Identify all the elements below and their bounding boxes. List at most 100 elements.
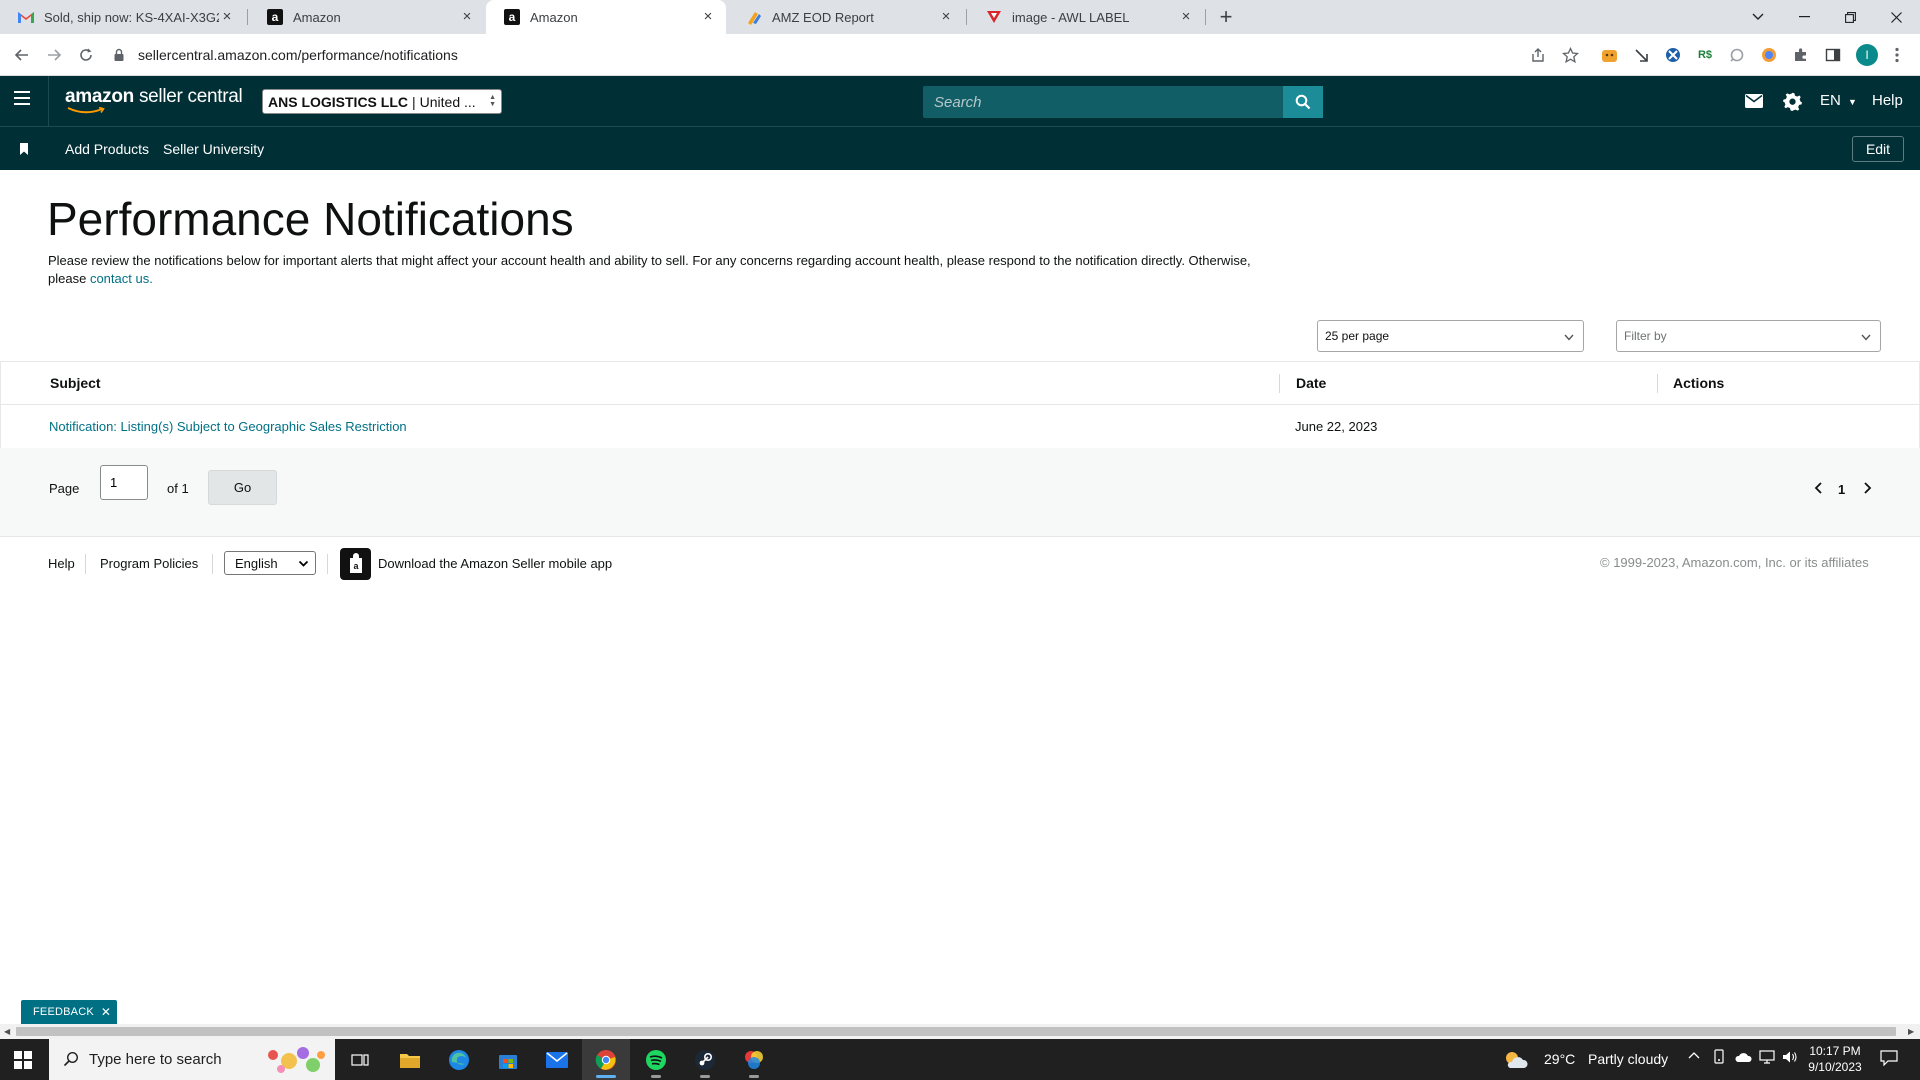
address-bar[interactable]: sellercentral.amazon.com/performance/not… — [108, 39, 1578, 71]
settings-gear-icon[interactable] — [1782, 91, 1802, 111]
browser-tab-amazon-active[interactable]: a Amazon × — [486, 0, 726, 34]
seller-search-input[interactable] — [923, 86, 1283, 118]
tab-search-chevron-icon[interactable] — [1735, 0, 1781, 34]
scroll-right-icon[interactable]: ▶ — [1908, 1027, 1914, 1036]
date-cell: June 22, 2023 — [1295, 419, 1378, 434]
extension-orange-icon[interactable] — [1760, 46, 1778, 64]
bookmark-icon[interactable] — [19, 143, 29, 155]
close-tab-icon[interactable]: × — [219, 9, 235, 25]
column-header-subject[interactable]: Subject — [50, 375, 101, 391]
close-feedback-icon[interactable]: ✕ — [101, 1005, 111, 1019]
horizontal-scrollbar[interactable]: ◀ ▶ — [0, 1024, 1920, 1039]
browser-tab-strip: Sold, ship now: KS-4XAI-X3G2 St × a Amaz… — [0, 0, 1920, 34]
forward-icon[interactable] — [42, 43, 66, 67]
microsoft-store-icon[interactable] — [484, 1039, 532, 1080]
minimize-icon[interactable] — [1781, 0, 1827, 34]
tray-chevron-up-icon[interactable] — [1688, 1049, 1700, 1065]
language-selector[interactable]: EN ▼ — [1820, 92, 1857, 109]
notification-link[interactable]: Notification: Listing(s) Subject to Geog… — [49, 419, 407, 434]
scroll-left-icon[interactable]: ◀ — [4, 1027, 10, 1036]
weather-description[interactable]: Partly cloudy — [1588, 1051, 1668, 1067]
flowers-decoration-icon — [268, 1047, 325, 1073]
weather-temperature[interactable]: 29°C — [1544, 1051, 1575, 1067]
device-icon[interactable] — [1712, 1049, 1726, 1068]
page-number-input[interactable] — [100, 465, 148, 500]
tab-divider — [966, 9, 967, 25]
extensions-puzzle-icon[interactable] — [1792, 46, 1810, 64]
restore-icon[interactable] — [1827, 0, 1873, 34]
share-icon[interactable] — [1529, 46, 1547, 64]
profile-avatar[interactable]: I — [1856, 44, 1878, 66]
close-tab-icon[interactable]: × — [1178, 9, 1194, 25]
browser-menu-icon[interactable] — [1888, 46, 1906, 64]
spotify-icon[interactable] — [632, 1039, 680, 1080]
amazon-app-icon[interactable]: a — [340, 548, 371, 580]
browser-tab-gmail[interactable]: Sold, ship now: KS-4XAI-X3G2 St × — [0, 0, 245, 34]
close-tab-icon[interactable]: × — [700, 9, 716, 25]
browser-tab-awl-label[interactable]: image - AWL LABEL × — [968, 0, 1204, 34]
caret-down-icon: ▼ — [1848, 97, 1857, 107]
gmail-icon — [18, 9, 34, 25]
chevron-down-icon — [1564, 334, 1574, 341]
extension-arrow-icon[interactable] — [1632, 46, 1650, 64]
footer-language-select[interactable]: English — [224, 551, 316, 575]
subject-cell: Notification: Listing(s) Subject to Geog… — [49, 419, 407, 434]
mail-app-icon[interactable] — [533, 1039, 581, 1080]
close-tab-icon[interactable]: × — [938, 9, 954, 25]
extension-rs-icon[interactable]: R$ — [1696, 46, 1714, 64]
color-app-icon[interactable] — [730, 1039, 778, 1080]
bookmark-add-products[interactable]: Add Products — [65, 141, 149, 157]
contact-us-link[interactable]: contact us. — [90, 271, 153, 286]
new-tab-button[interactable]: + — [1214, 5, 1238, 29]
bookmark-star-icon[interactable] — [1561, 46, 1579, 64]
footer-program-policies-link[interactable]: Program Policies — [100, 556, 198, 571]
back-icon[interactable] — [10, 43, 34, 67]
taskbar-search-box[interactable]: Type here to search — [49, 1039, 335, 1080]
seller-central-logo[interactable]: amazon seller central — [65, 86, 243, 114]
filter-select[interactable]: Filter by — [1616, 320, 1881, 352]
steam-icon[interactable] — [681, 1039, 729, 1080]
header-help-link[interactable]: Help — [1872, 92, 1903, 109]
browser-tab-eod-report[interactable]: AMZ EOD Report × — [728, 0, 964, 34]
footer-help-link[interactable]: Help — [48, 556, 75, 571]
edit-bookmarks-button[interactable]: Edit — [1852, 136, 1904, 162]
extension-sync-icon[interactable] — [1728, 46, 1746, 64]
next-page-icon[interactable] — [1862, 482, 1872, 497]
windows-start-icon[interactable] — [14, 1051, 32, 1069]
previous-page-icon[interactable] — [1814, 482, 1824, 497]
browser-tab-amazon-1[interactable]: a Amazon × — [249, 0, 485, 34]
tab-title: Amazon — [293, 9, 341, 25]
column-header-date[interactable]: Date — [1296, 375, 1326, 391]
account-switcher[interactable]: ANS LOGISTICS LLC | United ... ▲ ▼ — [262, 89, 502, 114]
close-window-icon[interactable] — [1873, 0, 1919, 34]
feedback-button[interactable]: FEEDBACK ✕ — [21, 1000, 118, 1024]
task-view-icon[interactable] — [336, 1039, 384, 1080]
edge-browser-icon[interactable] — [435, 1039, 483, 1080]
notifications-icon[interactable] — [1880, 1050, 1898, 1069]
page-footer: Help Program Policies English a Download… — [0, 548, 1920, 584]
search-button[interactable] — [1283, 86, 1323, 118]
scrollbar-thumb[interactable] — [16, 1027, 1896, 1036]
extension-blue-icon[interactable] — [1664, 46, 1682, 64]
per-page-select[interactable]: 25 per page — [1317, 320, 1584, 352]
onedrive-cloud-icon[interactable] — [1734, 1050, 1752, 1066]
download-app-link[interactable]: Download the Amazon Seller mobile app — [378, 556, 612, 571]
current-page-number[interactable]: 1 — [1838, 482, 1845, 497]
weather-icon[interactable] — [1500, 1039, 1530, 1080]
close-tab-icon[interactable]: × — [459, 9, 475, 25]
go-button[interactable]: Go — [208, 470, 277, 505]
mail-icon[interactable] — [1744, 91, 1764, 111]
volume-icon[interactable] — [1782, 1050, 1798, 1067]
feedback-label: FEEDBACK — [33, 1006, 94, 1018]
taskbar-clock[interactable]: 10:17 PM 9/10/2023 — [1800, 1043, 1870, 1075]
chrome-taskbar-icon[interactable] — [582, 1039, 630, 1080]
file-explorer-icon[interactable] — [386, 1039, 434, 1080]
account-region: United ... — [419, 93, 476, 110]
extension-honey-icon[interactable] — [1600, 46, 1618, 64]
network-icon[interactable] — [1758, 1050, 1776, 1067]
hamburger-menu-icon[interactable] — [14, 91, 32, 111]
bookmark-seller-university[interactable]: Seller University — [163, 141, 264, 157]
reload-icon[interactable] — [74, 43, 98, 67]
tab-title: Sold, ship now: KS-4XAI-X3G2 St — [44, 9, 219, 25]
side-panel-icon[interactable] — [1824, 46, 1842, 64]
